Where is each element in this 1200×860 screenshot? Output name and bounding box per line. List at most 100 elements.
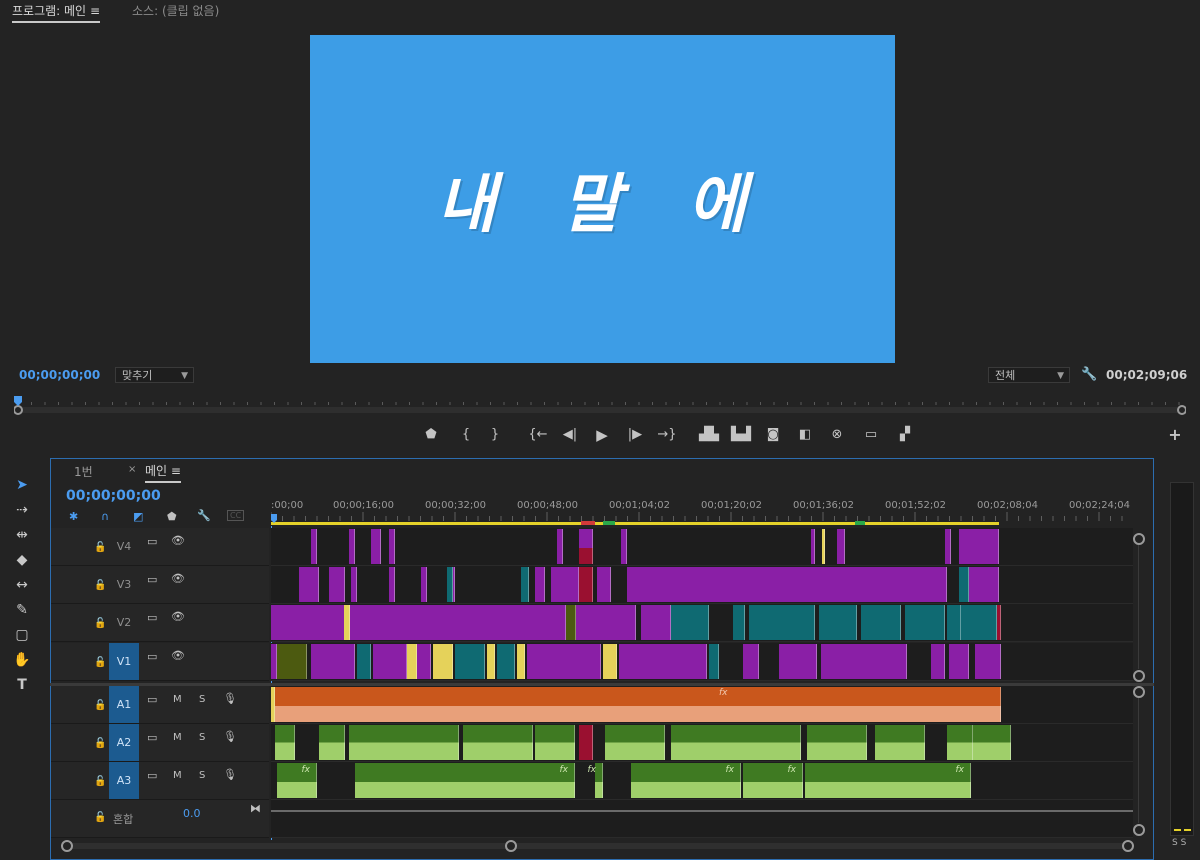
timeline-clip[interactable] xyxy=(417,644,431,679)
mix-track-lane[interactable] xyxy=(271,800,1133,838)
solo-track-button[interactable]: S xyxy=(199,732,205,743)
lock-icon[interactable]: 🔓 xyxy=(94,657,106,668)
lock-icon[interactable]: 🔓 xyxy=(94,580,106,591)
timeline-clip[interactable] xyxy=(463,725,533,760)
timeline-clip[interactable] xyxy=(487,644,495,679)
type-tool-icon[interactable]: T xyxy=(8,674,36,696)
solo-track-button[interactable]: S xyxy=(199,694,205,705)
track-target-toggle[interactable]: V3 xyxy=(109,566,139,603)
timeline-clip[interactable] xyxy=(967,567,999,602)
timeline-clip[interactable] xyxy=(959,529,999,564)
timeline-clip[interactable] xyxy=(433,644,453,679)
rectangle-tool-icon[interactable]: ▢ xyxy=(8,624,36,646)
safe-margins-icon[interactable]: ▭ xyxy=(860,426,882,444)
track-target-toggle[interactable]: A3 xyxy=(109,762,139,799)
timeline-clip[interactable] xyxy=(779,644,817,679)
add-marker-button[interactable]: ⬟ xyxy=(420,426,442,444)
lock-icon[interactable]: 🔓 xyxy=(94,776,106,787)
lock-icon[interactable]: 🔓 xyxy=(94,542,106,553)
timeline-clip[interactable] xyxy=(421,567,427,602)
play-button[interactable]: ▶ xyxy=(591,426,613,444)
timeline-clip[interactable] xyxy=(861,605,901,640)
timeline-clip[interactable] xyxy=(271,605,346,640)
timeline-clip[interactable] xyxy=(329,567,345,602)
timeline-clip[interactable] xyxy=(535,567,545,602)
hscroll-right-knob[interactable] xyxy=(505,840,517,852)
timeline-clip[interactable] xyxy=(671,725,801,760)
timeline-clip[interactable] xyxy=(535,725,575,760)
lift-button[interactable]: ▟▙ xyxy=(698,426,720,444)
vscroll-audio-top-knob[interactable] xyxy=(1133,686,1145,698)
track-select-tool-icon[interactable]: ⇢ xyxy=(8,499,36,521)
mute-track-button[interactable]: M xyxy=(173,770,182,781)
timeline-clip[interactable] xyxy=(837,529,845,564)
timeline-clip[interactable] xyxy=(627,567,947,602)
timeline-clip[interactable] xyxy=(275,725,295,760)
comparison-view-icon[interactable]: ◧ xyxy=(794,426,816,444)
timeline-clip[interactable] xyxy=(579,725,593,760)
track-lane-v3[interactable] xyxy=(271,566,1133,604)
timeline-clip[interactable] xyxy=(407,644,417,679)
timeline-clip[interactable] xyxy=(271,687,275,722)
mark-out-button[interactable]: } xyxy=(484,426,506,444)
timeline-clip[interactable] xyxy=(521,567,529,602)
razor-tool-icon[interactable]: ◆ xyxy=(8,549,36,571)
timeline-clip[interactable] xyxy=(447,567,453,602)
timeline-clip[interactable] xyxy=(389,567,395,602)
vscroll-bottom-knob[interactable] xyxy=(1133,824,1145,836)
go-to-end-icon[interactable]: ⧓ xyxy=(250,802,261,815)
linked-selection-icon[interactable]: ◩ xyxy=(133,510,143,523)
mute-track-button[interactable]: M xyxy=(173,732,182,743)
sync-lock-icon[interactable]: ▭ xyxy=(147,769,157,782)
monitor-playhead[interactable] xyxy=(14,396,22,406)
hscroll-left-knob[interactable] xyxy=(61,840,73,852)
timeline-clip[interactable] xyxy=(671,605,709,640)
sync-lock-icon[interactable]: ▭ xyxy=(147,573,157,586)
sync-lock-icon[interactable]: ▭ xyxy=(147,731,157,744)
timeline-clip[interactable] xyxy=(576,605,636,640)
microphone-icon[interactable]: 🎙 xyxy=(223,768,237,781)
mix-volume-value[interactable]: 0.0 xyxy=(183,807,201,820)
hscroll-end-knob[interactable] xyxy=(1122,840,1134,852)
add-marker-icon[interactable]: ⬟ xyxy=(167,510,177,523)
timeline-clip[interactable]: fx xyxy=(271,687,1001,722)
track-target-toggle[interactable]: A1 xyxy=(109,686,139,723)
track-lane-v4[interactable] xyxy=(271,528,1133,566)
timeline-clip[interactable] xyxy=(517,644,525,679)
vscroll-track-video[interactable] xyxy=(1138,545,1139,669)
sync-lock-icon[interactable]: ▭ xyxy=(147,650,157,663)
track-lane-a3[interactable]: fx fx fx fx fx fx xyxy=(271,762,1133,800)
track-target-toggle[interactable]: A2 xyxy=(109,724,139,761)
program-time-ruler[interactable] xyxy=(14,396,1186,416)
timeline-clip[interactable] xyxy=(299,567,319,602)
timeline-clip[interactable] xyxy=(579,548,593,564)
timeline-clip[interactable] xyxy=(497,644,515,679)
track-target-toggle[interactable]: V2 xyxy=(109,604,139,641)
vscroll-mid-knob[interactable] xyxy=(1133,670,1145,682)
eye-icon[interactable]: 👁 xyxy=(171,649,185,662)
panel-menu-icon[interactable]: ≡ xyxy=(90,4,100,18)
timeline-clip[interactable] xyxy=(821,644,907,679)
track-target-toggle[interactable]: V4 xyxy=(109,528,139,565)
timeline-clip[interactable]: fx xyxy=(355,763,575,798)
timeline-timecode[interactable]: 00;00;00;00 xyxy=(66,488,161,504)
program-video-frame[interactable]: 내 말 에 xyxy=(310,35,895,363)
timeline-playhead[interactable] xyxy=(271,514,277,523)
timeline-clip[interactable] xyxy=(357,644,371,679)
slip-tool-icon[interactable]: ↔ xyxy=(8,574,36,596)
timeline-clip[interactable] xyxy=(621,529,627,564)
tab-source-monitor[interactable]: 소스: (클립 없음) xyxy=(132,2,219,19)
ripple-edit-tool-icon[interactable]: ⇹ xyxy=(8,524,36,546)
zoom-fit-dropdown[interactable]: 맞추기 ▼ xyxy=(115,367,194,383)
timeline-clip[interactable] xyxy=(597,567,611,602)
eye-icon[interactable]: 👁 xyxy=(171,534,185,547)
extract-button[interactable]: ▙▟ xyxy=(730,426,752,444)
timeline-clip[interactable] xyxy=(551,567,579,602)
timeline-clip[interactable] xyxy=(527,644,601,679)
meter-solo-labels[interactable]: S S xyxy=(1172,838,1186,848)
timeline-clip[interactable] xyxy=(311,644,355,679)
timeline-clip[interactable] xyxy=(959,567,969,602)
mute-track-button[interactable]: M xyxy=(173,694,182,705)
timeline-settings-wrench-icon[interactable]: 🔧 xyxy=(197,509,211,522)
track-lane-a1[interactable]: fx xyxy=(271,686,1133,724)
